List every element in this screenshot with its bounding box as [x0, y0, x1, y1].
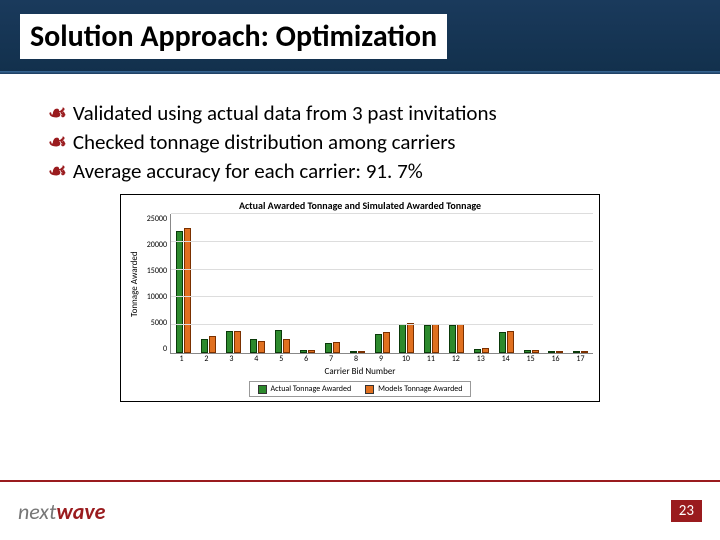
title-band: Solution Approach: Optimization	[0, 0, 720, 74]
y-ticks: 2500020000150001000050000	[142, 214, 170, 354]
logo-part: next	[18, 498, 56, 525]
logo: nextwave	[18, 498, 105, 525]
bullet-text: Validated using actual data from 3 past …	[73, 100, 497, 126]
chart: Actual Awarded Tonnage and Simulated Awa…	[120, 194, 600, 402]
bullet-list: ☙Validated using actual data from 3 past…	[0, 100, 720, 184]
x-ticks: 1234567891011121314151617	[169, 354, 593, 364]
legend-item: Actual Tonnage Awarded	[258, 384, 352, 394]
list-item: ☙Average accuracy for each carrier: 91. …	[48, 158, 682, 184]
legend-label: Actual Tonnage Awarded	[271, 384, 352, 394]
legend: Actual Tonnage Awarded Models Tonnage Aw…	[249, 381, 472, 397]
plot-area	[170, 214, 593, 354]
y-axis-label: Tonnage Awarded	[127, 214, 142, 354]
footer: nextwave 23	[0, 480, 720, 540]
swatch-icon	[365, 385, 374, 394]
bullet-icon: ☙	[48, 129, 67, 155]
swatch-icon	[258, 385, 267, 394]
bullet-icon: ☙	[48, 158, 67, 184]
logo-part: wave	[56, 498, 105, 525]
legend-label: Models Tonnage Awarded	[378, 384, 462, 394]
bullet-text: Average accuracy for each carrier: 91. 7…	[73, 158, 423, 184]
list-item: ☙Validated using actual data from 3 past…	[48, 100, 682, 126]
list-item: ☙Checked tonnage distribution among carr…	[48, 129, 682, 155]
page-number: 23	[671, 500, 702, 522]
chart-title: Actual Awarded Tonnage and Simulated Awa…	[127, 199, 593, 212]
bullet-text: Checked tonnage distribution among carri…	[73, 129, 456, 155]
page-title: Solution Approach: Optimization	[20, 14, 447, 59]
bullet-icon: ☙	[48, 100, 67, 126]
legend-item: Models Tonnage Awarded	[365, 384, 462, 394]
x-axis-label: Carrier Bid Number	[127, 366, 593, 377]
